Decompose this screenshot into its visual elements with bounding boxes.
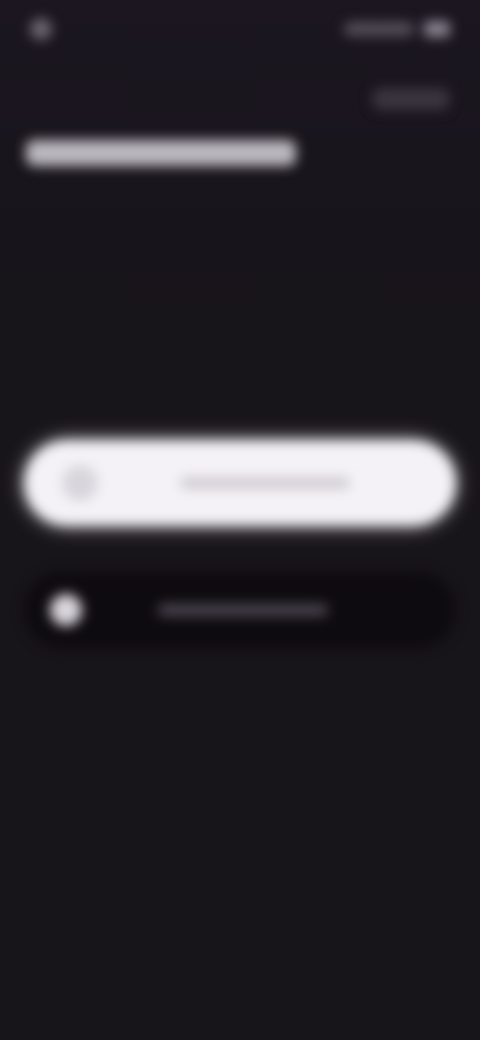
secondary-button-label xyxy=(158,604,328,616)
status-bar xyxy=(30,14,450,44)
primary-sign-in-button[interactable] xyxy=(24,440,456,526)
status-right xyxy=(344,21,450,37)
login-screen xyxy=(0,0,480,1040)
blurred-content xyxy=(0,0,480,1040)
account-icon xyxy=(50,594,82,626)
battery-icon xyxy=(424,21,450,37)
header-row xyxy=(30,84,450,114)
page-title xyxy=(26,140,296,166)
notification-icon xyxy=(30,18,52,40)
app-icon xyxy=(62,465,98,501)
status-left xyxy=(30,18,66,40)
primary-button-label xyxy=(180,477,350,489)
secondary-sign-in-button[interactable] xyxy=(24,572,456,648)
header-right-button[interactable] xyxy=(372,88,450,110)
signal-icon xyxy=(344,22,414,36)
